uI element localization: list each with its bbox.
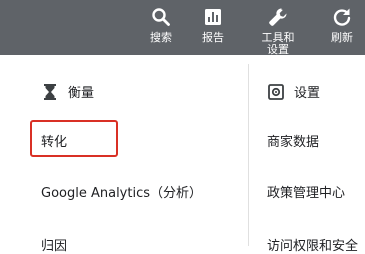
setup-section-title: 设置 — [294, 86, 321, 101]
gear-icon — [268, 83, 284, 100]
wrench-icon — [267, 6, 289, 28]
menu-item-policy-manager[interactable]: 政策管理中心 — [267, 182, 345, 201]
menu-item-access-security[interactable]: 访问权限和安全 — [267, 235, 358, 254]
menu-item-attribution[interactable]: 归因 — [41, 235, 67, 254]
report-label: 报告 — [202, 31, 224, 44]
tools-settings-label: 工具和设置 — [261, 31, 295, 56]
hourglass-icon — [42, 83, 58, 100]
setup-section-header: 设置 — [268, 82, 320, 101]
column-divider — [248, 64, 249, 246]
refresh-label: 刷新 — [331, 31, 353, 44]
conversions-highlight-box — [30, 120, 118, 157]
refresh-icon — [331, 6, 353, 28]
search-button[interactable]: 搜索 — [145, 0, 177, 55]
measurement-section-title: 衡量 — [68, 86, 95, 101]
refresh-button[interactable]: 刷新 — [326, 0, 358, 55]
report-icon — [202, 6, 224, 28]
menu-item-google-analytics[interactable]: Google Analytics（分析） — [41, 182, 202, 201]
menu-item-business-data[interactable]: 商家数据 — [267, 131, 319, 150]
report-button[interactable]: 报告 — [197, 0, 229, 55]
top-toolbar: 搜索 报告 工具和设置 刷新 — [0, 0, 365, 55]
tools-settings-button[interactable]: 工具和设置 — [256, 0, 300, 55]
search-label: 搜索 — [150, 31, 172, 44]
measurement-section-header: 衡量 — [42, 82, 94, 101]
search-icon — [150, 6, 172, 28]
